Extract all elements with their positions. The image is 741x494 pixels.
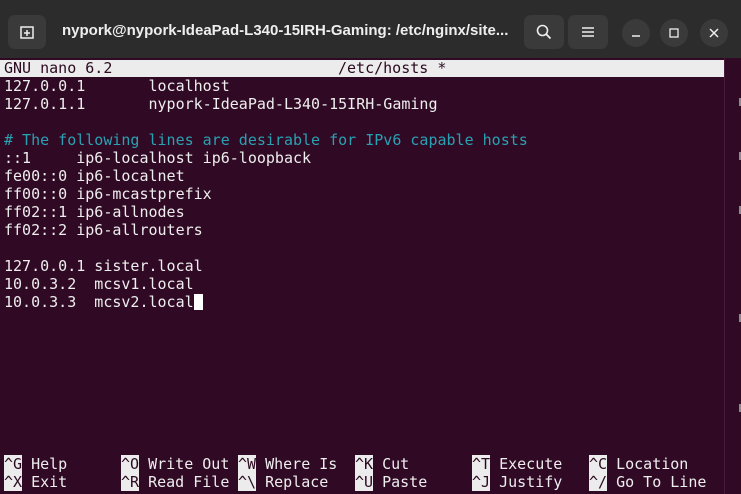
- shortcut-label: Replace: [256, 473, 329, 491]
- hamburger-menu-icon: [582, 27, 594, 37]
- buffer-line: 10.0.3.2 mcsv1.local: [4, 275, 528, 293]
- shortcut-key: ^R: [121, 473, 140, 491]
- shortcut-item[interactable]: ^R Read File: [121, 473, 229, 491]
- maximize-button[interactable]: [660, 19, 688, 47]
- buffer-line: [4, 239, 528, 257]
- minimize-button[interactable]: [622, 19, 650, 47]
- shortcut-item[interactable]: ^\ Replace: [238, 473, 328, 491]
- shortcut-key: ^W: [238, 455, 257, 473]
- buffer-line: 127.0.1.1 nypork-IdeaPad-L340-15IRH-Gami…: [4, 95, 528, 113]
- buffer-line: [4, 113, 528, 131]
- shortcut-key: ^X: [4, 473, 23, 491]
- buffer-line: ff02::2 ip6-allrouters: [4, 221, 528, 239]
- buffer-line-text: ::1 ip6-localhost ip6-loopback: [4, 149, 312, 167]
- window-title: nypork@nypork-IdeaPad-L340-15IRH-Gaming:…: [62, 22, 509, 39]
- shortcut-label: Cut: [373, 455, 410, 473]
- search-button[interactable]: [524, 15, 564, 49]
- shortcut-label: Write Out: [139, 455, 230, 473]
- buffer-line: ff00::0 ip6-mcastprefix: [4, 185, 528, 203]
- buffer-line: 127.0.0.1 sister.local: [4, 257, 528, 275]
- shortcut-label: Exit: [22, 473, 68, 491]
- buffer-line: ::1 ip6-localhost ip6-loopback: [4, 149, 528, 167]
- shortcut-item[interactable]: ^/ Go To Line: [589, 473, 706, 491]
- buffer-line-text: 127.0.1.1 nypork-IdeaPad-L340-15IRH-Gami…: [4, 95, 438, 113]
- shortcut-item[interactable]: ^U Paste: [355, 473, 427, 491]
- editor-buffer[interactable]: 127.0.0.1 localhost 127.0.1.1 nypork-Idea…: [4, 77, 528, 311]
- shortcut-item[interactable]: ^C Location: [589, 455, 688, 473]
- buffer-line-text: 127.0.0.1 localhost: [4, 77, 230, 95]
- close-button[interactable]: [700, 19, 728, 47]
- nano-header-bar: GNU nano 6.2 /etc/hosts *: [0, 60, 724, 77]
- maximize-icon: [669, 28, 679, 38]
- buffer-line-text: ff00::0 ip6-mcastprefix: [4, 185, 212, 203]
- shortcut-key: ^/: [589, 473, 608, 491]
- shortcut-item[interactable]: ^T Execute: [472, 455, 562, 473]
- shortcut-label: Paste: [373, 473, 428, 491]
- text-cursor: [193, 294, 203, 310]
- close-icon: [709, 28, 719, 38]
- search-icon: [536, 24, 552, 40]
- buffer-line: 127.0.0.1 localhost: [4, 77, 528, 95]
- new-tab-icon: [20, 26, 34, 39]
- shortcut-key: ^O: [121, 455, 140, 473]
- title-bar: nypork@nypork-IdeaPad-L340-15IRH-Gaming:…: [0, 0, 741, 58]
- shortcut-key: ^T: [472, 455, 491, 473]
- buffer-line: ff02::1 ip6-allnodes: [4, 203, 528, 221]
- buffer-line: # The following lines are desirable for …: [4, 131, 528, 149]
- shortcut-label: Location: [607, 455, 689, 473]
- shortcut-key: ^C: [589, 455, 608, 473]
- shortcut-key: ^\: [238, 473, 257, 491]
- buffer-line-text: 127.0.0.1 sister.local: [4, 257, 203, 275]
- terminal-area[interactable]: GNU nano 6.2 /etc/hosts * 127.0.0.1 loca…: [0, 58, 741, 494]
- shortcut-label: Execute: [490, 455, 563, 473]
- shortcut-key: ^J: [472, 473, 491, 491]
- terminal-window: nypork@nypork-IdeaPad-L340-15IRH-Gaming:…: [0, 0, 741, 494]
- nano-version: GNU nano 6.2: [4, 59, 113, 77]
- shortcut-label: Go To Line: [607, 473, 707, 491]
- shortcut-item[interactable]: ^G Help: [4, 455, 67, 473]
- shortcut-item[interactable]: ^J Justify: [472, 473, 562, 491]
- scrollbar[interactable]: [724, 58, 741, 494]
- minimize-icon: [632, 35, 640, 37]
- buffer-line: fe00::0 ip6-localnet: [4, 167, 528, 185]
- shortcut-key: ^U: [355, 473, 374, 491]
- buffer-line-text: ff02::1 ip6-allnodes: [4, 203, 185, 221]
- shortcut-label: Justify: [490, 473, 563, 491]
- shortcut-key: ^G: [4, 455, 23, 473]
- buffer-line-text: # The following lines are desirable for …: [4, 131, 528, 149]
- shortcut-item[interactable]: ^K Cut: [355, 455, 409, 473]
- shortcut-label: Where Is: [256, 455, 338, 473]
- new-tab-button[interactable]: [8, 15, 46, 49]
- buffer-line: 10.0.3.3 mcsv2.local: [4, 293, 528, 311]
- menu-button[interactable]: [568, 15, 608, 49]
- nano-filename: /etc/hosts *: [338, 59, 447, 77]
- buffer-line-text: ff02::2 ip6-allrouters: [4, 221, 203, 239]
- shortcut-label: Help: [22, 455, 68, 473]
- shortcut-key: ^K: [355, 455, 374, 473]
- buffer-line-text: 10.0.3.2 mcsv1.local: [4, 275, 194, 293]
- shortcut-item[interactable]: ^X Exit: [4, 473, 67, 491]
- buffer-line-text: 10.0.3.3 mcsv2.local: [4, 293, 194, 311]
- buffer-line-text: fe00::0 ip6-localnet: [4, 167, 185, 185]
- shortcut-item[interactable]: ^O Write Out: [121, 455, 229, 473]
- shortcut-item[interactable]: ^W Where Is: [238, 455, 337, 473]
- shortcut-label: Read File: [139, 473, 230, 491]
